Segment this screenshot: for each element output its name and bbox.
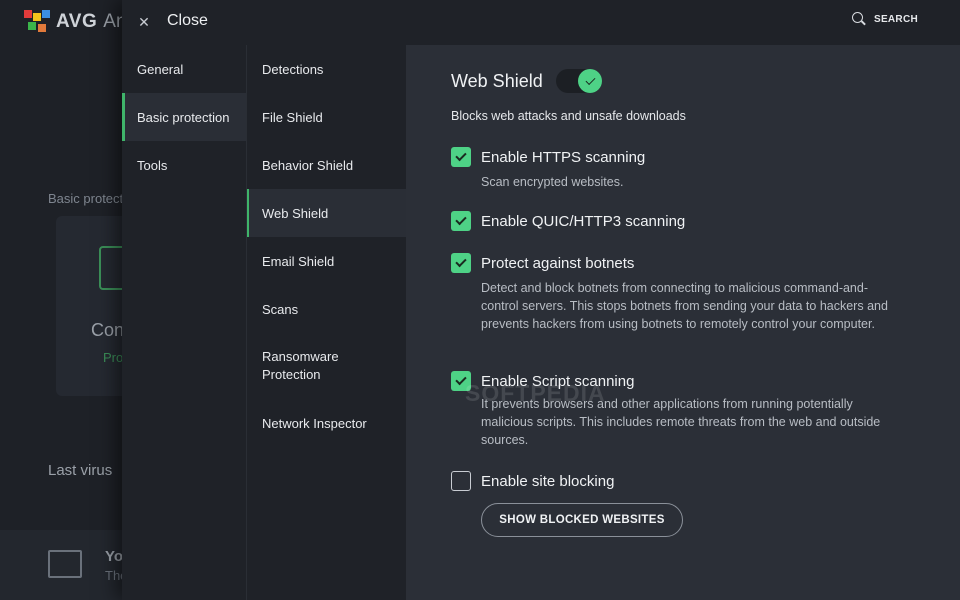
page-description: Blocks web attacks and unsafe downloads (451, 109, 686, 123)
web-shield-toggle[interactable] (556, 69, 602, 93)
avg-logo-icon (24, 10, 50, 34)
settings-topbar: ✕ Close SEARCH (122, 0, 960, 45)
background-last-virus: Last virus (48, 462, 113, 479)
nav-basic-protection[interactable]: Basic protection (122, 93, 246, 141)
nav-scans[interactable]: Scans (247, 285, 406, 333)
app-logo: AVG An (24, 10, 127, 34)
option-label[interactable]: Enable QUIC/HTTP3 scanning (481, 213, 685, 230)
botnet-protection-checkbox[interactable] (451, 253, 471, 273)
nav-behavior-shield[interactable]: Behavior Shield (247, 141, 406, 189)
search-icon (851, 12, 866, 26)
close-button[interactable]: Close (167, 12, 208, 30)
background-card-title: Con (91, 320, 125, 340)
option-botnet-protection: Protect against botnets Detect and block… (451, 253, 901, 333)
web-shield-settings: Web Shield Blocks web attacks and unsafe… (406, 45, 960, 600)
nav-general[interactable]: General (122, 45, 246, 93)
check-icon (455, 149, 467, 162)
option-label[interactable]: Enable HTTPS scanning (481, 149, 645, 166)
nav-web-shield[interactable]: Web Shield (247, 189, 406, 237)
nav-email-shield[interactable]: Email Shield (247, 237, 406, 285)
option-quic-scanning: Enable QUIC/HTTP3 scanning (451, 211, 685, 231)
settings-subcategory-nav: Detections File Shield Behavior Shield W… (246, 45, 406, 600)
option-site-blocking: Enable site blocking (451, 471, 614, 491)
close-icon[interactable]: ✕ (136, 12, 152, 32)
laptop-icon (48, 550, 82, 578)
quic-scanning-checkbox[interactable] (451, 211, 471, 231)
toggle-knob (578, 69, 602, 93)
search-button[interactable]: SEARCH (851, 12, 918, 26)
option-description: Scan encrypted websites. (481, 175, 624, 189)
option-label[interactable]: Enable Script scanning (481, 373, 634, 390)
option-label[interactable]: Enable site blocking (481, 473, 614, 490)
check-icon (455, 373, 467, 386)
nav-detections[interactable]: Detections (247, 45, 406, 93)
https-scanning-checkbox[interactable] (451, 147, 471, 167)
background-bottom-title: Yo (105, 548, 124, 565)
search-label: SEARCH (873, 13, 918, 25)
settings-overlay: ✕ Close SEARCH General Basic protection … (122, 0, 960, 600)
check-icon (455, 213, 467, 226)
nav-ransomware-protection[interactable]: Ransomware Protection (247, 333, 406, 399)
check-icon (455, 255, 467, 268)
nav-network-inspector[interactable]: Network Inspector (247, 399, 406, 447)
script-scanning-checkbox[interactable] (451, 371, 471, 391)
brand-name: AVG (56, 11, 98, 32)
nav-file-shield[interactable]: File Shield (247, 93, 406, 141)
page-title: Web Shield (451, 71, 543, 91)
nav-ransomware-label: Ransomware Protection (262, 349, 339, 382)
site-blocking-checkbox[interactable] (451, 471, 471, 491)
option-script-scanning: Enable Script scanning It prevents brows… (451, 371, 901, 449)
option-description: It prevents browsers and other applicati… (481, 397, 881, 447)
background-section-label: Basic protect (48, 191, 124, 206)
check-icon (585, 74, 595, 85)
option-description: Detect and block botnets from connecting… (481, 281, 888, 331)
show-blocked-websites-button[interactable]: SHOW BLOCKED WEBSITES (481, 503, 683, 537)
option-https-scanning: Enable HTTPS scanning Scan encrypted web… (451, 147, 901, 191)
nav-tools[interactable]: Tools (122, 141, 246, 189)
option-label[interactable]: Protect against botnets (481, 255, 634, 272)
background-card-status: Pro (103, 350, 124, 365)
settings-category-nav: General Basic protection Tools (122, 45, 246, 600)
